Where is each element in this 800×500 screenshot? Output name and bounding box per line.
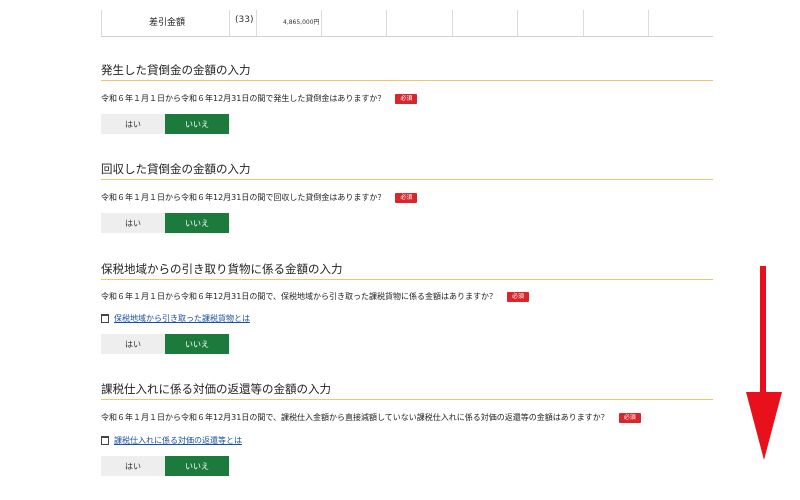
arrow-down-icon — [746, 266, 782, 460]
table-cell-divider — [517, 10, 518, 36]
yes-no-toggle: はい いいえ — [101, 456, 229, 476]
no-button[interactable]: いいえ — [165, 334, 229, 354]
section-title: 回収した貸倒金の金額の入力 — [101, 162, 251, 176]
table-cell-divider — [256, 10, 257, 36]
question-text: 令和６年１月１日から令和６年12月31日の間で、保税地域から引き取った課税貨物に… — [101, 291, 530, 302]
yes-button[interactable]: はい — [101, 213, 165, 233]
table-cell-divider — [229, 10, 230, 36]
question-label: 令和６年１月１日から令和６年12月31日の間で回収した貸倒金はありますか？ — [101, 193, 386, 202]
section-divider — [101, 399, 713, 400]
yes-no-toggle: はい いいえ — [101, 334, 229, 354]
yes-button[interactable]: はい — [101, 456, 165, 476]
table-cell-divider — [386, 10, 387, 36]
required-badge: 必須 — [395, 93, 418, 104]
page: 差引金額 (33) 4,865,000円 発生した貸倒金の金額の入力 令和６年１… — [0, 0, 800, 500]
required-badge: 必須 — [395, 192, 418, 203]
no-button[interactable]: いいえ — [165, 114, 229, 134]
window-icon — [101, 436, 109, 445]
table-cell-divider — [648, 10, 649, 36]
section-title: 発生した貸倒金の金額の入力 — [101, 63, 251, 77]
table-cell-divider — [583, 10, 584, 36]
question-label: 令和６年１月１日から令和６年12月31日の間で、課税仕入金額から直接減額していな… — [101, 413, 609, 422]
section-divider — [101, 179, 713, 180]
help-link-text[interactable]: 保税地域から引き取った課税貨物とは — [114, 313, 250, 324]
summary-table-row: 差引金額 (33) 4,865,000円 — [101, 10, 713, 37]
summary-label: 差引金額 — [149, 18, 186, 28]
help-link[interactable]: 課税仕入れに係る対価の返還等とは — [101, 435, 242, 446]
section-divider — [101, 80, 713, 81]
yes-button[interactable]: はい — [101, 334, 165, 354]
question-text: 令和６年１月１日から令和６年12月31日の間で、課税仕入金額から直接減額していな… — [101, 412, 641, 423]
table-cell-divider — [321, 10, 322, 36]
question-label: 令和６年１月１日から令和６年12月31日の間で、保税地域から引き取った課税貨物に… — [101, 292, 498, 301]
question-text: 令和６年１月１日から令和６年12月31日の間で発生した貸倒金はありますか？ 必須 — [101, 93, 418, 104]
help-link-text[interactable]: 課税仕入れに係る対価の返還等とは — [114, 435, 242, 446]
question-label: 令和６年１月１日から令和６年12月31日の間で発生した貸倒金はありますか？ — [101, 94, 386, 103]
summary-amount: 4,865,000円 — [283, 19, 320, 26]
section-title: 課税仕入れに係る対価の返還等の金額の入力 — [101, 382, 331, 396]
required-badge: 必須 — [618, 412, 641, 423]
required-badge: 必須 — [507, 291, 530, 302]
help-link[interactable]: 保税地域から引き取った課税貨物とは — [101, 313, 250, 324]
section-divider — [101, 279, 713, 280]
section-title: 保税地域からの引き取り貨物に係る金額の入力 — [101, 262, 343, 276]
yes-no-toggle: はい いいえ — [101, 114, 229, 134]
question-text: 令和６年１月１日から令和６年12月31日の間で回収した貸倒金はありますか？ 必須 — [101, 192, 418, 203]
table-cell-divider — [101, 10, 102, 36]
summary-line-number: (33) — [235, 15, 254, 25]
no-button[interactable]: いいえ — [165, 213, 229, 233]
yes-button[interactable]: はい — [101, 114, 165, 134]
window-icon — [101, 314, 109, 323]
yes-no-toggle: はい いいえ — [101, 213, 229, 233]
table-cell-divider — [452, 10, 453, 36]
no-button[interactable]: いいえ — [165, 456, 229, 476]
